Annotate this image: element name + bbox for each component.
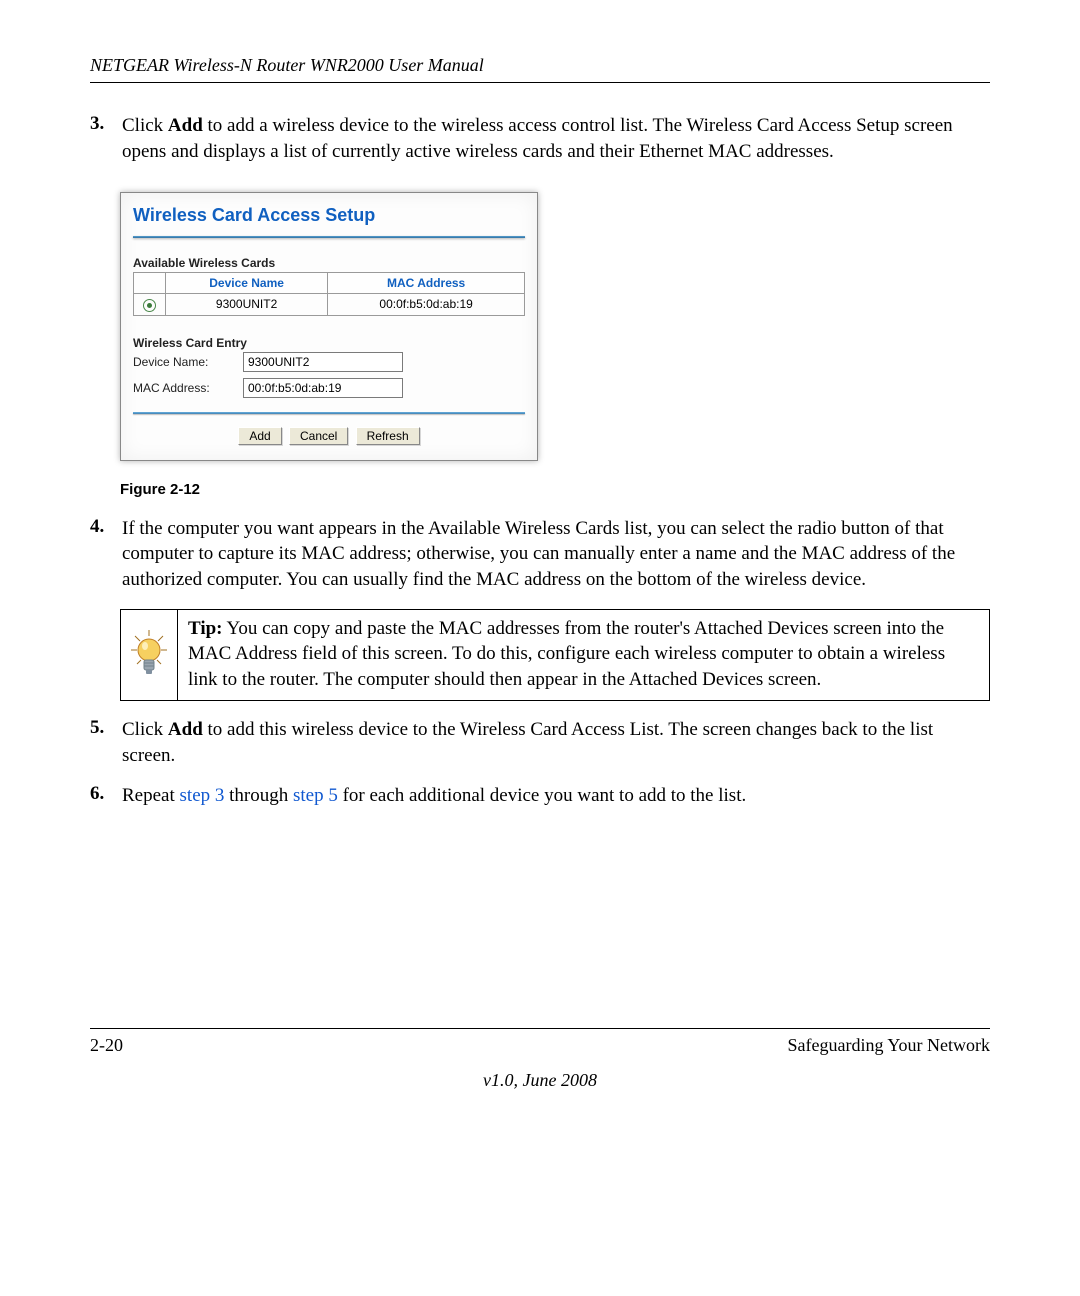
- footer-version: v1.0, June 2008: [90, 1070, 990, 1091]
- device-name-input[interactable]: [243, 352, 403, 372]
- tip-callout: Tip: You can copy and paste the MAC addr…: [120, 609, 990, 702]
- figure-caption: Figure 2-12: [120, 481, 990, 498]
- add-button[interactable]: Add: [238, 427, 281, 445]
- refresh-button[interactable]: Refresh: [356, 427, 420, 445]
- step-5-pre: Click: [122, 719, 168, 740]
- page-footer: 2-20 Safeguarding Your Network: [90, 1028, 990, 1056]
- col-device-name: Device Name: [166, 273, 328, 294]
- step-3-text: Click Add to add a wireless device to th…: [122, 113, 990, 164]
- step-5-link[interactable]: step 5: [293, 785, 338, 806]
- step-3-pre: Click: [122, 115, 168, 136]
- footer-page-number: 2-20: [90, 1035, 123, 1056]
- step-4-number: 4.: [90, 516, 122, 593]
- page-header: NETGEAR Wireless-N Router WNR2000 User M…: [90, 55, 990, 83]
- step-5-add: Add: [168, 719, 203, 740]
- tip-text: You can copy and paste the MAC addresses…: [188, 618, 945, 690]
- col-mac-address: MAC Address: [328, 273, 525, 294]
- device-name-label: Device Name:: [133, 355, 243, 369]
- cell-mac-address: 00:0f:b5:0d:ab:19: [328, 294, 525, 315]
- step-6-number: 6.: [90, 783, 122, 809]
- tip-label: Tip:: [188, 618, 223, 639]
- table-row[interactable]: 9300UNIT2 00:0f:b5:0d:ab:19: [134, 294, 525, 315]
- footer-section: Safeguarding Your Network: [788, 1035, 990, 1056]
- step-4-text: If the computer you want appears in the …: [122, 516, 990, 593]
- step-3-link[interactable]: step 3: [180, 785, 225, 806]
- lightbulb-icon: [127, 628, 171, 682]
- step-6-text: Repeat step 3 through step 5 for each ad…: [122, 783, 990, 809]
- mac-address-label: MAC Address:: [133, 381, 243, 395]
- step-3-add: Add: [168, 115, 203, 136]
- available-cards-table: Device Name MAC Address 9300UNIT2 00:0f:…: [133, 272, 525, 315]
- step-3-post: to add a wireless device to the wireless…: [122, 115, 953, 162]
- panel-title: Wireless Card Access Setup: [133, 205, 525, 236]
- card-entry-heading: Wireless Card Entry: [133, 336, 525, 350]
- step-5-post: to add this wireless device to the Wirel…: [122, 719, 933, 766]
- col-radio: [134, 273, 166, 294]
- available-cards-heading: Available Wireless Cards: [133, 256, 525, 270]
- cell-device-name: 9300UNIT2: [166, 294, 328, 315]
- panel-divider-bottom: [133, 412, 525, 414]
- mac-address-input[interactable]: [243, 378, 403, 398]
- step-5-text: Click Add to add this wireless device to…: [122, 717, 990, 768]
- cancel-button[interactable]: Cancel: [289, 427, 348, 445]
- step-6-b: through: [224, 785, 293, 806]
- wireless-card-access-panel: Wireless Card Access Setup Available Wir…: [120, 192, 538, 460]
- step-6-a: Repeat: [122, 785, 180, 806]
- step-6-c: for each additional device you want to a…: [338, 785, 746, 806]
- panel-divider: [133, 236, 525, 238]
- step-3-number: 3.: [90, 113, 122, 164]
- step-5-number: 5.: [90, 717, 122, 768]
- radio-selected-icon[interactable]: [143, 299, 156, 312]
